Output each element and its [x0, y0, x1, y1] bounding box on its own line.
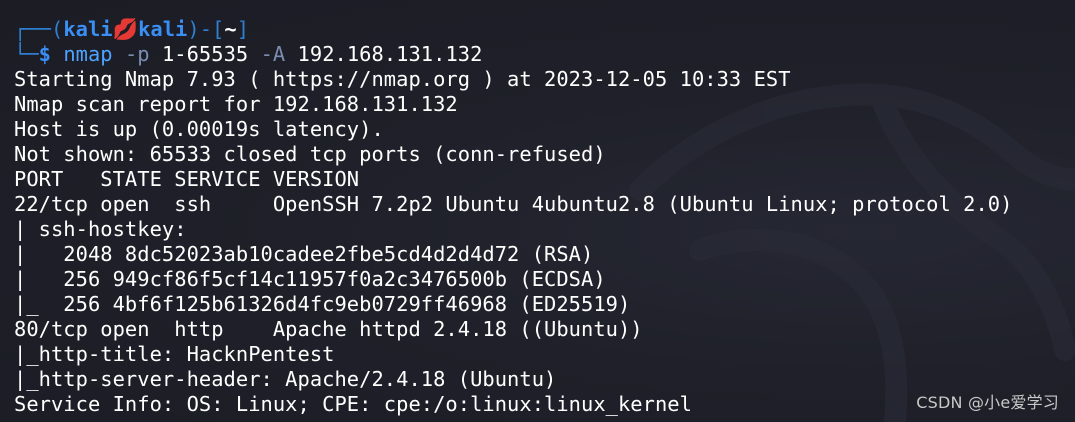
prompt-frame: )-[	[187, 17, 225, 41]
prompt-frame: ]	[236, 17, 250, 41]
prompt-directory: ~	[224, 17, 237, 41]
prompt-line-1: ┌──(kali💋kali)-[~]	[14, 17, 1075, 42]
output-line: Starting Nmap 7.93 ( https://nmap.org ) …	[14, 67, 791, 91]
prompt-frame: └─	[14, 42, 39, 66]
prompt-frame: ┌──(	[14, 17, 64, 41]
prompt-user: kali	[63, 17, 113, 41]
prompt-line-2: └─$ nmap -p 1-65535 -A 192.168.131.132	[14, 42, 1075, 67]
output-line: | 2048 8dc52023ab10cadee2fbe5cd4d2d4d72 …	[14, 242, 594, 266]
kali-lips-icon: 💋	[112, 17, 139, 41]
output-line: PORT STATE SERVICE VERSION	[14, 167, 360, 191]
command-target: 192.168.131.132	[297, 42, 483, 66]
command-port-range: 1-65535	[161, 42, 249, 66]
command-flag-p: -p	[124, 42, 150, 66]
output-line: | ssh-hostkey:	[14, 217, 187, 241]
output-line: | 256 949cf86f5cf14c11957f0a2c3476500b (…	[14, 267, 606, 291]
output-line: |_ 256 4bf6f125b61326d4fc9eb0729ff46968 …	[14, 292, 631, 316]
output-line: Host is up (0.00019s latency).	[14, 117, 384, 141]
output-line: Not shown: 65533 closed tcp ports (conn-…	[14, 142, 606, 166]
prompt-dollar: $	[38, 42, 51, 66]
terminal-output: ┌──(kali💋kali)-[~] └─$ nmap -p 1-65535 -…	[14, 17, 1075, 417]
output-line: Nmap scan report for 192.168.131.132	[14, 92, 458, 116]
output-line: 80/tcp open http Apache httpd 2.4.18 ((U…	[14, 317, 643, 341]
command-binary: nmap	[63, 42, 113, 66]
csdn-watermark: CSDN @小e爱学习	[916, 393, 1059, 412]
output-line: |_http-title: HacknPentest	[14, 342, 335, 366]
terminal-window[interactable]: ┌──(kali💋kali)-[~] └─$ nmap -p 1-65535 -…	[0, 0, 1075, 422]
output-line: 22/tcp open ssh OpenSSH 7.2p2 Ubuntu 4ub…	[14, 192, 1013, 216]
prompt-host: kali	[138, 17, 188, 41]
command-flag-a: -A	[260, 42, 286, 66]
